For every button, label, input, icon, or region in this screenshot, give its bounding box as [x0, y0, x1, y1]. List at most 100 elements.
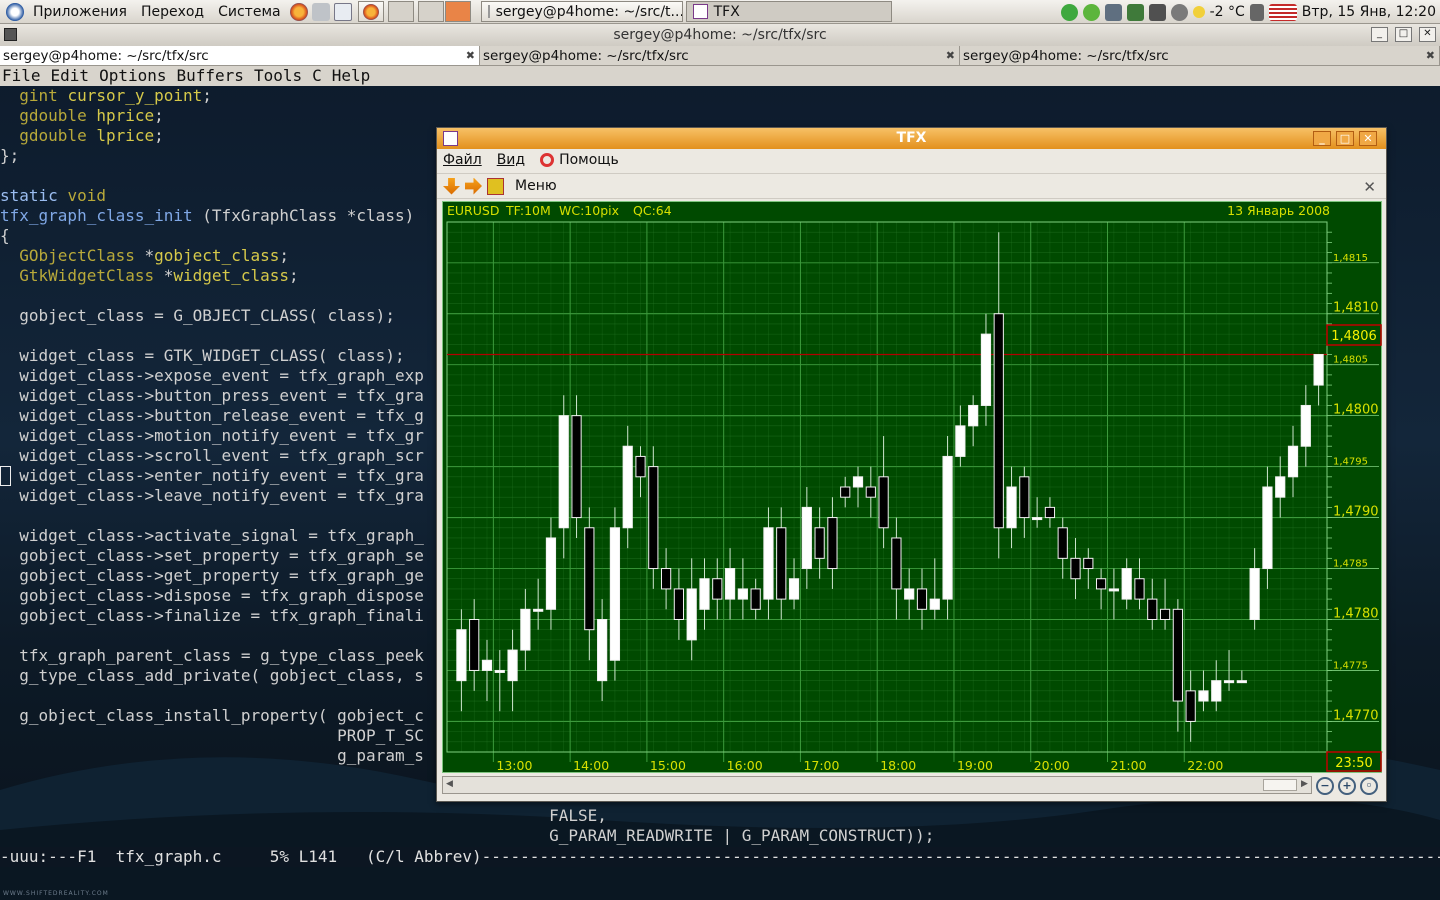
code-token: widget_class->enter_notify_event = tfx_g… — [0, 466, 424, 485]
help-lifebuoy-icon — [540, 153, 555, 167]
emacs-menu-buffers[interactable]: Buffers — [177, 66, 244, 85]
time-tick-label: 19:00 — [957, 758, 993, 773]
time-tick-label: 16:00 — [727, 758, 763, 773]
emacs-menu-help[interactable]: Help — [332, 66, 371, 85]
network-status-icon[interactable] — [1060, 3, 1078, 21]
chart-horizontal-scrollbar[interactable]: ◀ ▶ — [442, 776, 1312, 794]
candle-body — [1095, 578, 1107, 590]
terminal-titlebar[interactable]: sergey@p4home: ~/src/tfx/src _ □ ✕ — [0, 24, 1440, 46]
code-token: widget_class->activate_signal = tfx_grap… — [0, 526, 424, 545]
workspace-3[interactable] — [444, 1, 471, 22]
clock[interactable]: Втр, 15 Янв, 12:20 — [1302, 4, 1436, 20]
candle-body — [878, 476, 889, 529]
candle-body — [545, 537, 557, 610]
code-token: widget_class->motion_notify_event = tfx_… — [0, 426, 424, 445]
zoom-out-icon[interactable]: − — [1316, 777, 1334, 795]
temperature-label[interactable]: -2 °C — [1210, 4, 1245, 20]
emacs-menu-options[interactable]: Options — [99, 66, 166, 85]
menu-system[interactable]: Система — [211, 0, 287, 24]
code-token: widget_class->button_release_event = tfx… — [0, 406, 424, 425]
code-token: tfx_graph_class_init — [0, 206, 193, 225]
scroll-left-arrow-icon[interactable]: ◀ — [446, 779, 453, 789]
emacs-menu-tools[interactable]: Tools — [254, 66, 302, 85]
code-token: lprice — [96, 126, 155, 145]
tfx-maximize-button[interactable]: □ — [1336, 131, 1354, 146]
minimize-button[interactable]: _ — [1371, 27, 1388, 42]
tfx-app-icon[interactable] — [443, 131, 458, 146]
candle-body — [1185, 690, 1196, 722]
tab-close-icon[interactable]: ✖ — [1426, 46, 1435, 65]
taskbar-tfx-button[interactable]: TFX — [685, 1, 892, 22]
window-menu-icon[interactable] — [4, 28, 17, 41]
zoom-fit-icon[interactable]: ◦ — [1360, 777, 1378, 795]
update-notifier-icon[interactable] — [1082, 3, 1100, 21]
terminal-tab-3[interactable]: sergey@p4home: ~/src/tfx/src ✖ — [960, 46, 1440, 65]
emacs-menu-edit[interactable]: Edit — [51, 66, 90, 85]
code-token: GObjectClass — [19, 246, 135, 265]
candlestick-chart[interactable]: 1,4810 1,4800 1,4790 1,4780 1,4770 1,4815 1,48… — [442, 201, 1383, 774]
tfx-menu-file[interactable]: Файл — [443, 152, 482, 168]
candle-body — [737, 588, 748, 600]
code-token: { — [0, 226, 10, 245]
workspace-1[interactable] — [387, 1, 414, 22]
candle-body — [571, 415, 582, 519]
tab-close-icon[interactable]: ✖ — [946, 46, 955, 65]
zoom-in-icon[interactable]: + — [1338, 777, 1356, 795]
cpu-monitor-icon[interactable] — [1148, 3, 1166, 21]
users-icon[interactable] — [1170, 3, 1188, 21]
candle-body — [699, 578, 710, 610]
taskbar-terminal-button[interactable]: sergey@p4home: ~/src/t... — [480, 1, 683, 22]
forward-arrow-icon[interactable] — [465, 177, 482, 195]
mail-launcher-icon[interactable] — [333, 2, 352, 21]
terminal-tab-1[interactable]: sergey@p4home: ~/src/tfx/src ✖ — [0, 46, 480, 65]
code-token: void — [67, 186, 106, 205]
candle-body — [1300, 404, 1311, 447]
close-button[interactable]: ✕ — [1419, 27, 1436, 42]
chart-qc: QC:64 — [633, 203, 672, 218]
maximize-button[interactable]: □ — [1395, 27, 1412, 42]
taskbar-firefox-button[interactable] — [357, 1, 384, 22]
monitor-icon[interactable] — [1104, 3, 1122, 21]
tfx-close-button[interactable]: ✕ — [1359, 131, 1377, 146]
code-token: ; — [154, 106, 164, 125]
tfx-menu-view[interactable]: Вид — [497, 152, 525, 168]
keyboard-layout-flag-icon[interactable] — [1268, 3, 1297, 21]
emacs-menu-c[interactable]: C — [312, 66, 322, 85]
candle-body — [520, 608, 531, 651]
emacs-menu-file[interactable]: File — [2, 66, 41, 85]
menu-applications[interactable]: Приложения — [26, 0, 134, 24]
code-token: tfx_graph_parent_class = g_type_class_pe… — [0, 646, 424, 665]
firefox-launcher-icon[interactable] — [289, 2, 308, 21]
code-token: gobject_class->dispose = tfx_graph_dispo… — [0, 586, 424, 605]
chart-settings-icon[interactable] — [487, 177, 504, 195]
tfx-window[interactable]: TFX _ □ ✕ Файл Вид Помощь Меню ✕ 1,4810 1… — [436, 127, 1387, 802]
weather-applet-icon[interactable] — [1126, 3, 1144, 21]
download-arrow-icon[interactable] — [443, 177, 460, 195]
tfx-minimize-button[interactable]: _ — [1313, 131, 1331, 146]
gnome-foot-icon[interactable] — [6, 2, 24, 21]
tfx-menu-help[interactable]: Помощь — [540, 152, 619, 168]
candle-body — [1159, 608, 1171, 620]
taskbar-terminal-label: sergey@p4home: ~/src/t... — [495, 3, 683, 20]
tab-close-icon[interactable]: ✖ — [466, 46, 475, 65]
tfx-titlebar[interactable]: TFX _ □ ✕ — [437, 128, 1386, 149]
settings-launcher-icon[interactable] — [311, 2, 330, 21]
candle-body — [1313, 354, 1324, 386]
scrollbar-thumb[interactable] — [1263, 779, 1297, 791]
chart-canvas[interactable]: 1,4810 1,4800 1,4790 1,4780 1,4770 1,4815 1,48… — [443, 202, 1383, 774]
candle-body — [1083, 557, 1094, 570]
toolbar-close-icon[interactable]: ✕ — [1363, 178, 1376, 196]
volume-icon[interactable] — [1249, 3, 1264, 21]
workspace-2[interactable] — [417, 1, 444, 22]
code-token: PROP_T_SC — [0, 726, 424, 745]
scroll-right-arrow-icon[interactable]: ▶ — [1301, 779, 1308, 789]
toolbar-menu-label[interactable]: Меню — [515, 178, 557, 194]
terminal-icon — [487, 5, 490, 18]
code-token: gdouble — [19, 106, 87, 125]
time-axis: 13:00 14:00 15:00 16:00 17:00 18:00 19:00 20:00… — [496, 758, 1223, 773]
candle-body — [1019, 476, 1030, 519]
menu-places[interactable]: Переход — [134, 0, 211, 24]
candle-body — [494, 669, 505, 673]
terminal-tab-2[interactable]: sergey@p4home: ~/src/tfx/src ✖ — [480, 46, 960, 65]
